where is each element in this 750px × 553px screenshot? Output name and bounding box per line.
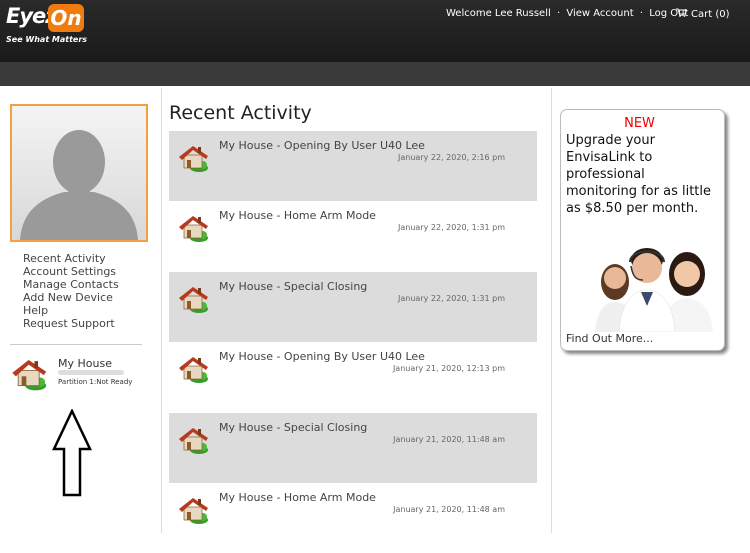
house-icon	[12, 360, 47, 391]
sub-bar	[0, 62, 750, 86]
sidebar-item-add-new-device[interactable]: Add New Device	[23, 291, 119, 304]
column-divider	[551, 88, 552, 533]
activity-title: My House - Home Arm Mode	[219, 209, 376, 222]
column-divider	[161, 88, 162, 533]
house-icon	[179, 287, 208, 313]
device-name: My House	[58, 357, 112, 370]
divider	[10, 344, 142, 345]
activity-item[interactable]: My House - Special Closing January 22, 2…	[169, 272, 537, 342]
activity-item[interactable]: My House - Opening By User U40 Lee Janua…	[169, 131, 537, 201]
avatar-silhouette-icon	[20, 130, 138, 240]
sidebar-item-request-support[interactable]: Request Support	[23, 317, 119, 330]
sidebar-item-manage-contacts[interactable]: Manage Contacts	[23, 278, 119, 291]
activity-date: January 21, 2020, 12:13 pm	[392, 364, 505, 373]
separator: ·	[639, 8, 643, 19]
activity-date: January 22, 2020, 2:16 pm	[398, 153, 505, 162]
sidebar-item-help[interactable]: Help	[23, 304, 119, 317]
cart-label: Cart (0)	[691, 9, 730, 20]
activity-title: My House - Home Arm Mode	[219, 491, 376, 504]
sidebar-item-account-settings[interactable]: Account Settings	[23, 265, 119, 278]
activity-date: January 22, 2020, 1:31 pm	[398, 223, 505, 232]
house-icon	[179, 357, 208, 383]
up-arrow-icon	[52, 409, 92, 497]
logo-tagline: See What Matters	[6, 35, 88, 44]
activity-title: My House - Special Closing	[219, 280, 368, 293]
activity-title: My House - Opening By User U40 Lee	[219, 350, 425, 363]
avatar[interactable]	[10, 104, 148, 242]
house-icon	[179, 146, 208, 172]
cart-icon	[676, 8, 688, 20]
activity-item[interactable]: My House - Special Closing January 21, 2…	[169, 413, 537, 483]
activity-date: January 21, 2020, 11:48 am	[393, 435, 505, 444]
top-bar: Eyez On See What Matters Welcome Lee Rus…	[0, 0, 750, 62]
new-badge: NEW	[624, 116, 655, 131]
house-icon	[179, 428, 208, 454]
activity-title: My House - Special Closing	[219, 421, 368, 434]
redacted-text	[58, 370, 124, 375]
separator: ·	[556, 8, 561, 19]
logo-text-on: On	[48, 4, 84, 32]
device-status: Partition 1:Not Ready	[58, 378, 133, 386]
device-item[interactable]: My House Partition 1:Not Ready	[10, 356, 150, 396]
house-icon	[179, 498, 208, 524]
support-agents-image	[595, 248, 713, 332]
eyezon-logo[interactable]: Eyez On See What Matters	[4, 2, 88, 46]
sidebar-item-recent-activity[interactable]: Recent Activity	[23, 252, 119, 265]
activity-item[interactable]: My House - Opening By User U40 Lee Janua…	[169, 342, 537, 412]
activity-date: January 22, 2020, 1:31 pm	[398, 294, 505, 303]
view-account-link[interactable]: View Account	[566, 8, 633, 19]
activity-item[interactable]: My House - Home Arm Mode January 22, 202…	[169, 201, 537, 271]
house-icon	[179, 216, 208, 242]
welcome-text: Welcome Lee Russell	[446, 8, 551, 19]
activity-title: My House - Opening By User U40 Lee	[219, 139, 425, 152]
account-nav: Welcome Lee Russell · View Account · Log…	[446, 8, 688, 19]
promo-card[interactable]: NEW Upgrade your EnvisaLink to professio…	[560, 109, 725, 351]
sidebar-nav: Recent Activity Account Settings Manage …	[23, 252, 119, 330]
page-title: Recent Activity	[169, 102, 312, 124]
find-out-more-link[interactable]: Find Out More...	[566, 332, 653, 345]
cart-link[interactable]: Cart (0)	[676, 8, 730, 20]
activity-item[interactable]: My House - Home Arm Mode January 21, 202…	[169, 483, 537, 553]
promo-text: Upgrade your EnvisaLink to professional …	[566, 133, 712, 216]
activity-date: January 21, 2020, 11:48 am	[393, 505, 505, 514]
